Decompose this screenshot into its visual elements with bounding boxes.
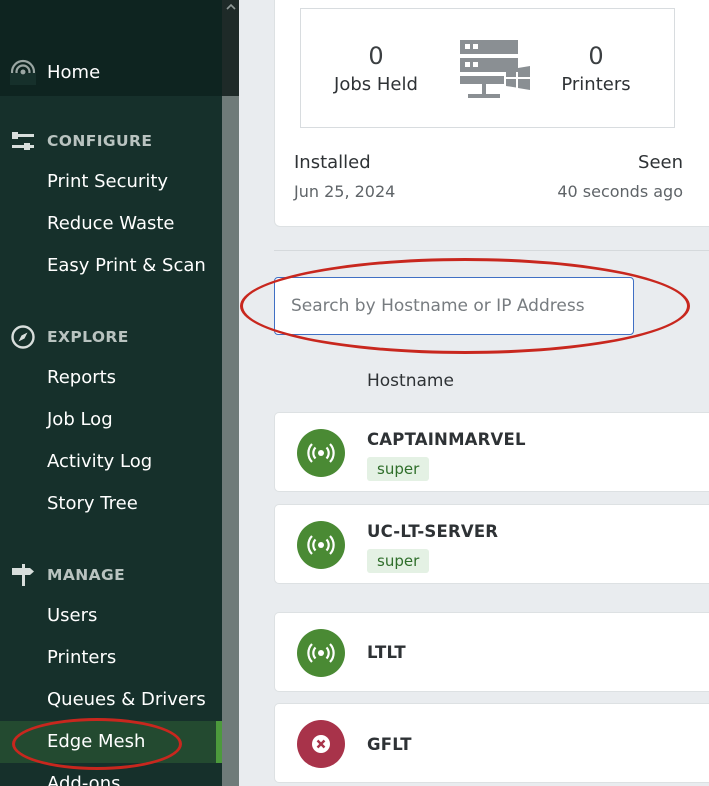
- close-circle-icon: [312, 735, 330, 753]
- installed-value: Jun 25, 2024: [294, 182, 396, 201]
- sidebar-item-print-security[interactable]: Print Security: [47, 171, 168, 192]
- hostname-column-header[interactable]: Hostname: [367, 371, 454, 391]
- installed-label: Installed: [294, 152, 371, 173]
- sidebar-item-printers[interactable]: Printers: [47, 647, 116, 668]
- broadcast-icon: [307, 443, 335, 463]
- jobs-held-value: 0: [368, 42, 384, 70]
- table-row[interactable]: GFLT: [274, 703, 709, 783]
- section-label: MANAGE: [47, 566, 126, 584]
- seen-label: Seen: [638, 152, 683, 173]
- sidebar-item-queues-drivers[interactable]: Queues & Drivers: [47, 689, 206, 710]
- sidebar-item-add-ons[interactable]: Add-ons: [47, 773, 120, 786]
- broadcast-status-icon: [297, 629, 345, 677]
- section-label: EXPLORE: [47, 328, 129, 346]
- scrollbar-thumb[interactable]: [222, 96, 239, 786]
- sidebar-item-activity-log[interactable]: Activity Log: [47, 451, 152, 472]
- signpost-icon: [12, 564, 34, 586]
- sidebar-item-edge-mesh[interactable]: Edge Mesh: [47, 731, 145, 752]
- hostname: CAPTAINMARVEL: [367, 430, 526, 449]
- hostname: GFLT: [367, 735, 412, 754]
- broadcast-status-icon: [297, 429, 345, 477]
- sidebar-item-label: Home: [47, 61, 101, 83]
- hostname: LTLT: [367, 643, 406, 662]
- broadcast-icon: [10, 59, 36, 85]
- section-manage: MANAGE: [10, 562, 125, 588]
- sidebar-item-reports[interactable]: Reports: [47, 367, 116, 388]
- sidebar-item-easy-print-scan[interactable]: Easy Print & Scan: [47, 255, 206, 276]
- sidebar-item-users[interactable]: Users: [47, 605, 97, 626]
- role-tag: super: [367, 457, 430, 481]
- section-label: CONFIGURE: [47, 132, 153, 150]
- sidebar-item-reduce-waste[interactable]: Reduce Waste: [47, 213, 175, 234]
- printers-label: Printers: [561, 74, 631, 95]
- sidebar-item-story-tree[interactable]: Story Tree: [47, 493, 138, 514]
- printers-value: 0: [588, 42, 604, 70]
- role-tag: super: [367, 549, 430, 573]
- table-row[interactable]: CAPTAINMARVEL super: [274, 412, 709, 492]
- table-row[interactable]: UC-LT-SERVER super: [274, 504, 709, 584]
- broadcast-status-icon: [297, 521, 345, 569]
- compass-icon: [11, 325, 35, 349]
- table-row[interactable]: LTLT: [274, 612, 709, 692]
- server-windows-icon: [460, 40, 530, 98]
- broadcast-icon: [307, 535, 335, 555]
- sidebar-item-job-log[interactable]: Job Log: [47, 409, 113, 430]
- broadcast-icon: [307, 643, 335, 663]
- sidebar-item-home[interactable]: Home: [10, 59, 100, 85]
- scroll-up-arrow-icon[interactable]: [226, 2, 236, 12]
- section-divider: [274, 250, 709, 251]
- seen-value: 40 seconds ago: [557, 182, 683, 201]
- section-configure: CONFIGURE: [10, 128, 152, 154]
- sidebar: Home CONFIGURE Print Security Reduce Was…: [0, 0, 222, 786]
- jobs-held-label: Jobs Held: [334, 74, 418, 95]
- sliders-icon: [12, 132, 34, 150]
- search-input[interactable]: [274, 277, 634, 335]
- section-explore: EXPLORE: [10, 324, 129, 350]
- error-status-icon: [297, 720, 345, 768]
- hostname: UC-LT-SERVER: [367, 522, 499, 541]
